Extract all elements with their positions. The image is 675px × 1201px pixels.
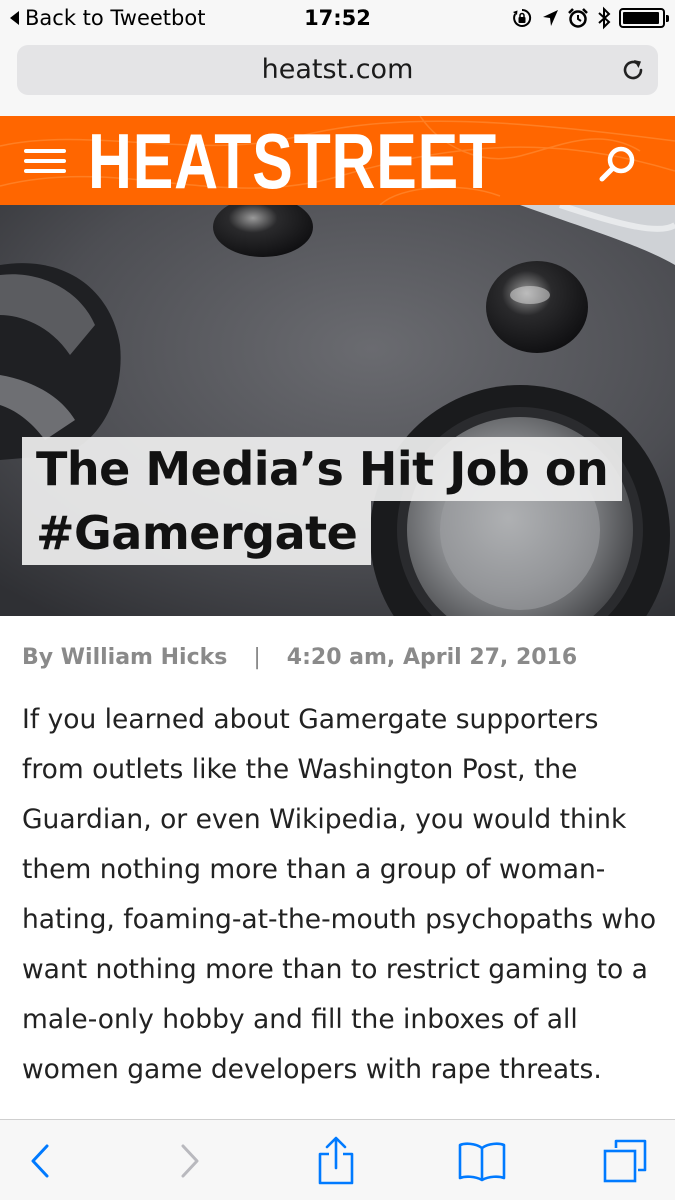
address-bar: heatst.com [0,36,675,116]
alarm-icon [568,8,588,28]
site-header: HEATSTREET [0,116,675,205]
headline-line-2: #Gamergate [22,501,372,565]
status-icons [511,6,669,30]
bookmarks-button[interactable] [442,1120,522,1201]
tabs-icon [603,1139,647,1182]
site-logo[interactable]: HEATSTREET [88,122,497,200]
orientation-lock-icon [513,8,532,27]
hero-image: The Media’s Hit Job on #Gamergate [0,205,675,616]
author-name[interactable]: By William Hicks [22,645,227,670]
publish-date: 4:20 am, April 27, 2016 [286,645,578,670]
reload-icon[interactable] [620,57,646,83]
url-field[interactable]: heatst.com [17,45,658,95]
bookmarks-icon [458,1141,506,1181]
battery-icon [619,8,669,28]
tabs-button[interactable] [585,1120,665,1201]
article-body: If you learned about Gamergate supporter… [22,704,657,1085]
article-headline: The Media’s Hit Job on #Gamergate [22,437,623,565]
headline-line-1: The Media’s Hit Job on [22,437,623,501]
back-icon [31,1144,49,1177]
browser-toolbar [0,1119,675,1200]
forward-button[interactable] [150,1120,230,1201]
byline-separator: | [253,645,261,670]
menu-icon[interactable] [24,149,66,173]
share-button[interactable] [296,1120,376,1201]
url-text[interactable]: heatst.com [17,45,658,95]
forward-icon [181,1144,199,1177]
location-arrow-icon [543,10,558,26]
back-button[interactable] [0,1120,80,1201]
search-icon[interactable] [597,143,639,185]
byline: By William Hicks | 4:20 am, April 27, 2016 [22,640,577,676]
status-bar: Back to Tweetbot 17:52 [0,0,675,36]
share-icon [318,1136,354,1184]
bluetooth-icon [598,6,611,30]
